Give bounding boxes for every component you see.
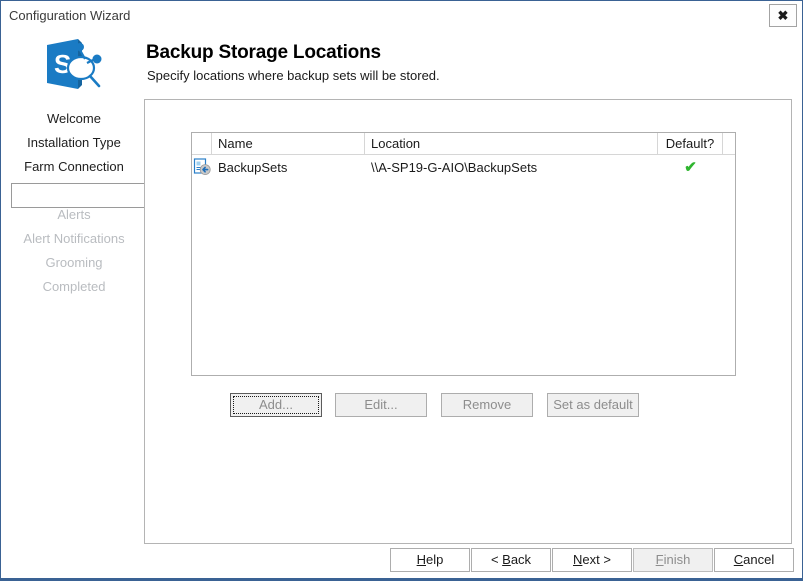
backup-storage-locations-list[interactable]: Name Location Default? BackupSets \\A-SP… <box>191 132 736 376</box>
back-button[interactable]: < Back <box>471 548 551 572</box>
back-rest: ack <box>511 552 531 567</box>
sidebar-item-backup-storage[interactable]: Backup Storage <box>1 179 147 203</box>
close-button[interactable]: ✖ <box>769 4 797 27</box>
remove-button-label: Remove <box>463 397 511 412</box>
row-name: BackupSets <box>212 160 365 175</box>
cancel-accel: C <box>734 552 743 567</box>
check-icon: ✔ <box>684 160 697 175</box>
page-title: Backup Storage Locations <box>146 42 381 64</box>
sidebar-item-farm-connection[interactable]: Farm Connection <box>1 155 147 179</box>
back-prefix: < <box>491 552 502 567</box>
table-row[interactable]: BackupSets \\A-SP19-G-AIO\BackupSets ✔ <box>192 155 735 179</box>
sidebar-item-label: Alerts <box>57 207 90 222</box>
sidebar-item-label: Grooming <box>45 255 102 270</box>
title-bar: Configuration Wizard ✖ <box>1 1 802 32</box>
next-suffix: > <box>600 552 611 567</box>
next-button[interactable]: Next > <box>552 548 632 572</box>
help-button[interactable]: Help <box>390 548 470 572</box>
help-accel: H <box>417 552 426 567</box>
column-header-spacer <box>723 133 735 154</box>
next-rest: ext <box>582 552 599 567</box>
set-as-default-button-label: Set as default <box>553 397 633 412</box>
sidebar-item-label: Welcome <box>47 111 101 126</box>
wizard-step-list: Welcome Installation Type Farm Connectio… <box>1 107 147 299</box>
help-rest: elp <box>426 552 443 567</box>
column-header-name[interactable]: Name <box>212 133 365 154</box>
sidebar-item-label: Farm Connection <box>24 159 124 174</box>
sidebar-item-completed: Completed <box>1 275 147 299</box>
sidebar-item-alerts: Alerts <box>1 203 147 227</box>
sidebar-item-alert-notifications: Alert Notifications <box>1 227 147 251</box>
column-header-default[interactable]: Default? <box>658 133 723 154</box>
back-accel: B <box>502 552 511 567</box>
sharepoint-search-logo: S <box>37 34 107 96</box>
column-header-location[interactable]: Location <box>365 133 658 154</box>
sidebar-item-label: Installation Type <box>27 135 121 150</box>
row-location: \\A-SP19-G-AIO\BackupSets <box>365 160 658 175</box>
add-button-label: Add... <box>259 397 293 412</box>
sidebar-item-label: Alert Notifications <box>23 231 124 246</box>
close-icon: ✖ <box>770 5 796 26</box>
configuration-wizard-window: Configuration Wizard ✖ S Backup Storage … <box>0 0 803 581</box>
remove-button[interactable]: Remove <box>441 393 533 417</box>
window-title: Configuration Wizard <box>9 8 130 23</box>
finish-button[interactable]: Finish <box>633 548 713 572</box>
backup-location-add-icon <box>192 158 212 176</box>
add-button[interactable]: Add... <box>230 393 322 417</box>
column-header-icon[interactable] <box>192 133 212 154</box>
page-subtitle: Specify locations where backup sets will… <box>147 68 440 83</box>
next-accel: N <box>573 552 582 567</box>
row-default-status: ✔ <box>658 160 723 175</box>
sidebar-item-installation-type[interactable]: Installation Type <box>1 131 147 155</box>
edit-button-label: Edit... <box>364 397 397 412</box>
cancel-button[interactable]: Cancel <box>714 548 794 572</box>
cancel-rest: ancel <box>743 552 774 567</box>
list-header-row: Name Location Default? <box>192 133 735 155</box>
sidebar-item-welcome[interactable]: Welcome <box>1 107 147 131</box>
set-as-default-button[interactable]: Set as default <box>547 393 639 417</box>
sidebar-item-grooming: Grooming <box>1 251 147 275</box>
finish-accel: F <box>656 552 664 567</box>
sidebar-item-label: Backup Storage <box>28 183 121 198</box>
sidebar-item-label: Completed <box>43 279 106 294</box>
finish-rest: inish <box>664 552 691 567</box>
edit-button[interactable]: Edit... <box>335 393 427 417</box>
